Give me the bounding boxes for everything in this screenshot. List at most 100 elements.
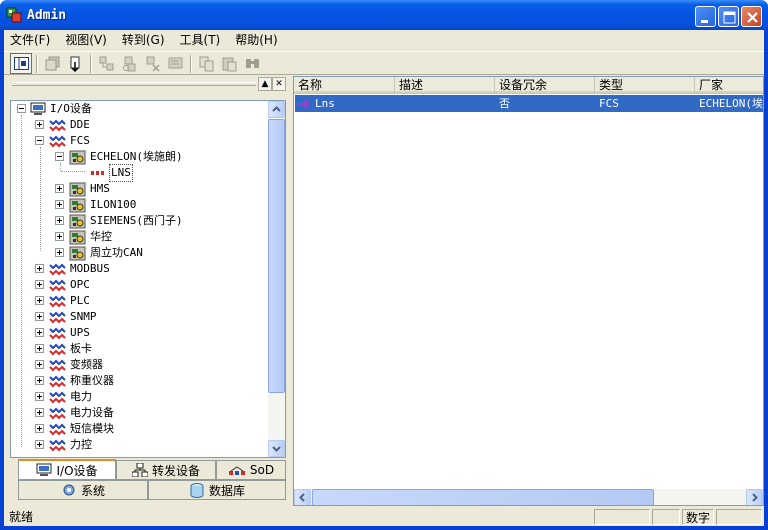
table-row[interactable]: Lns 否 FCS ECHELON(埃施朗) xyxy=(295,95,763,112)
tree-item[interactable]: 电力设备 xyxy=(11,405,267,421)
jump-button[interactable] xyxy=(65,53,87,74)
scroll-left-button[interactable] xyxy=(294,489,311,505)
tree-item[interactable]: UPS xyxy=(11,325,267,341)
menu-view[interactable]: 视图(V) xyxy=(59,31,113,49)
tree-item-label: 电力 xyxy=(70,390,92,403)
tree-item[interactable]: DDE xyxy=(11,117,267,133)
tree-item[interactable]: OPC xyxy=(11,277,267,293)
scroll-thumb[interactable] xyxy=(312,489,654,505)
menu-help[interactable]: 帮助(H) xyxy=(229,31,283,49)
maximize-button[interactable] xyxy=(718,6,739,27)
channel-icon xyxy=(49,357,67,373)
tree-item[interactable]: 周立功CAN xyxy=(11,245,267,261)
tree-item[interactable]: MODBUS xyxy=(11,261,267,277)
menu-tools[interactable]: 工具(T) xyxy=(174,31,227,49)
expand-icon[interactable] xyxy=(35,344,44,353)
add-child-button[interactable] xyxy=(119,53,141,74)
tree-item[interactable]: 短信模块 xyxy=(11,421,267,437)
new-window-button[interactable] xyxy=(42,53,64,74)
menu-file[interactable]: 文件(F) xyxy=(4,31,56,49)
tree-item[interactable]: 华控 xyxy=(11,229,267,245)
expand-icon[interactable] xyxy=(35,424,44,433)
arrow-right-icon xyxy=(298,98,311,109)
sod-icon xyxy=(228,466,245,475)
status-pane-empty-1 xyxy=(594,509,650,525)
expand-icon[interactable] xyxy=(35,264,44,273)
expand-icon[interactable] xyxy=(55,248,64,257)
scroll-down-button[interactable] xyxy=(268,440,285,457)
device-tree[interactable]: I/O设备 DDE FCS ECHELON(埃施朗) LNS HMS ILON100 SIEM… xyxy=(10,100,286,458)
collapse-icon[interactable] xyxy=(55,152,64,161)
expand-icon[interactable] xyxy=(35,328,44,337)
object-list[interactable]: 名称 描述 设备冗余 类型 厂家 Lns 否 FCS ECHELON(埃施朗) xyxy=(293,76,764,506)
tab-io-devices[interactable]: I/O设备 xyxy=(18,459,116,480)
scroll-thumb[interactable] xyxy=(268,119,285,393)
expand-icon[interactable] xyxy=(35,296,44,305)
list-horizontal-scrollbar[interactable] xyxy=(294,489,763,505)
pane-collapse-button[interactable]: ▲ xyxy=(258,77,272,91)
title-bar[interactable]: Admin xyxy=(0,0,768,30)
close-button[interactable] xyxy=(741,6,762,27)
scroll-up-button[interactable] xyxy=(268,101,285,118)
expand-icon[interactable] xyxy=(35,440,44,449)
tab-sod[interactable]: SoD xyxy=(216,460,286,480)
new-window-icon xyxy=(45,56,60,71)
tree-item[interactable]: SNMP xyxy=(11,309,267,325)
channel-icon xyxy=(49,389,67,405)
expand-icon[interactable] xyxy=(35,312,44,321)
tree-item-selected[interactable]: LNS xyxy=(11,164,267,182)
pane-close-button[interactable]: ✕ xyxy=(272,77,286,91)
panel-toggle-button[interactable] xyxy=(10,53,32,74)
column-header-type[interactable]: 类型 xyxy=(595,77,695,93)
tab-system[interactable]: 系统 xyxy=(18,480,148,500)
chevron-down-icon xyxy=(272,446,281,452)
tree-item[interactable]: PLC xyxy=(11,293,267,309)
tree-vertical-scrollbar[interactable] xyxy=(268,101,285,457)
add-node-button[interactable] xyxy=(96,53,118,74)
expand-icon[interactable] xyxy=(35,376,44,385)
expand-icon[interactable] xyxy=(35,120,44,129)
tree-item[interactable]: HMS xyxy=(11,181,267,197)
minimize-button[interactable] xyxy=(695,6,716,27)
device-folder-icon xyxy=(69,197,87,213)
expand-icon[interactable] xyxy=(55,184,64,193)
tree-item[interactable]: ILON100 xyxy=(11,197,267,213)
tree-item[interactable]: SIEMENS(西门子) xyxy=(11,213,267,229)
scroll-right-button[interactable] xyxy=(746,489,763,505)
delete-node-button[interactable] xyxy=(142,53,164,74)
tree-item[interactable]: FCS xyxy=(11,133,267,149)
tab-database[interactable]: 数据库 xyxy=(148,480,286,500)
channel-icon xyxy=(49,277,67,293)
expand-icon[interactable] xyxy=(55,216,64,225)
expand-icon[interactable] xyxy=(55,200,64,209)
column-header-name[interactable]: 名称 xyxy=(294,77,395,93)
menu-goto[interactable]: 转到(G) xyxy=(116,31,171,49)
pane-grip[interactable] xyxy=(12,82,256,86)
tree-item[interactable]: ECHELON(埃施朗) xyxy=(11,149,267,165)
column-header-description[interactable]: 描述 xyxy=(395,77,495,93)
tree-item[interactable]: 电力 xyxy=(11,389,267,405)
tree-item[interactable]: 板卡 xyxy=(11,341,267,357)
collapse-icon[interactable] xyxy=(17,104,26,113)
tab-forwarding-devices[interactable]: 转发设备 xyxy=(116,460,216,480)
column-header-vendor[interactable]: 厂家 xyxy=(695,77,763,93)
tree-item[interactable]: 称重仪器 xyxy=(11,373,267,389)
paste-button[interactable] xyxy=(219,53,241,74)
tree-item-root[interactable]: I/O设备 xyxy=(11,101,267,117)
copy-button[interactable] xyxy=(196,53,218,74)
expand-icon[interactable] xyxy=(35,392,44,401)
column-header-redundancy[interactable]: 设备冗余 xyxy=(495,77,595,93)
channel-icon xyxy=(49,373,67,389)
expand-icon[interactable] xyxy=(35,360,44,369)
find-button[interactable] xyxy=(242,53,264,74)
jump-icon xyxy=(70,56,80,72)
expand-icon[interactable] xyxy=(55,232,64,241)
tree-item[interactable]: 力控 xyxy=(11,437,267,453)
collapse-icon[interactable] xyxy=(35,136,44,145)
tree-item-label: 电力设备 xyxy=(70,406,114,419)
expand-icon[interactable] xyxy=(35,280,44,289)
tree-item[interactable]: 变频器 xyxy=(11,357,267,373)
properties-icon xyxy=(168,57,183,69)
properties-button[interactable] xyxy=(165,53,187,74)
expand-icon[interactable] xyxy=(35,408,44,417)
